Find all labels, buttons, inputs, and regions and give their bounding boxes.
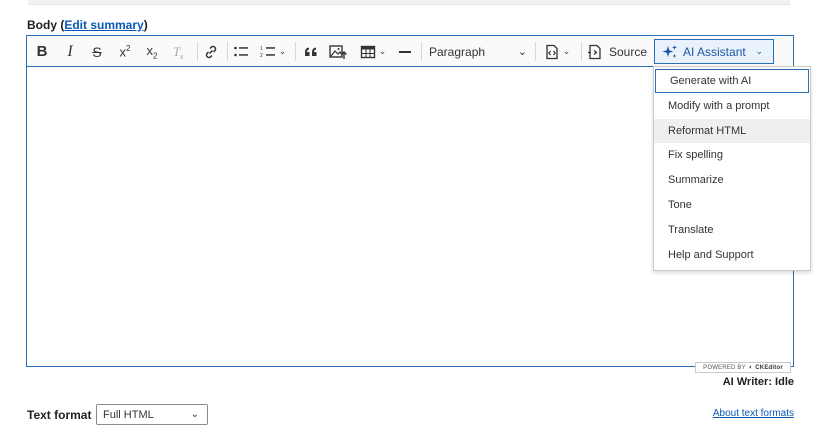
chevron-down-icon: ⌄: [278, 46, 287, 56]
chevron-down-icon: ⌄: [755, 46, 763, 56]
horizontal-line-icon: [399, 50, 411, 53]
bold-icon: B: [36, 43, 48, 60]
toolbar-separator: [535, 42, 536, 61]
toolbar-separator: [227, 42, 228, 61]
chevron-down-icon: ⌄: [190, 409, 199, 420]
code-block-button[interactable]: ⌄: [539, 40, 575, 63]
chevron-down-icon: ⌄: [378, 46, 387, 56]
svg-text:x: x: [180, 54, 184, 60]
body-field-label: Body (Edit summary): [27, 18, 148, 32]
toolbar-separator: [197, 42, 198, 61]
link-button[interactable]: [201, 40, 221, 63]
menu-item-tone[interactable]: Tone: [654, 193, 810, 217]
text-format-label: Text format: [27, 408, 92, 422]
blockquote-button[interactable]: [301, 40, 321, 63]
menu-item-reformat-html[interactable]: Reformat HTML: [654, 119, 810, 143]
menu-item-summarize[interactable]: Summarize: [654, 168, 810, 192]
bulleted-list-button[interactable]: [231, 40, 251, 63]
insert-image-button[interactable]: [327, 40, 349, 63]
menu-item-modify-with-prompt[interactable]: Modify with a prompt: [654, 94, 810, 118]
text-format-select[interactable]: Full HTML ⌄: [96, 404, 208, 425]
insert-table-button[interactable]: ⌄: [357, 40, 389, 63]
edit-summary-link[interactable]: Edit summary: [64, 18, 143, 32]
numbered-list-icon: 1 2: [260, 46, 275, 59]
about-text-formats-link[interactable]: About text formats: [713, 408, 794, 419]
ai-writer-status: AI Writer: Idle: [722, 376, 794, 388]
link-icon: [205, 45, 217, 58]
ai-assistant-menu: Generate with AI Modify with a prompt Re…: [653, 66, 811, 271]
toolbar-separator: [295, 42, 296, 61]
ai-assistant-button[interactable]: AI Assistant ⌄: [654, 39, 774, 64]
source-icon: [587, 44, 601, 59]
table-icon: [360, 45, 375, 58]
horizontal-line-button[interactable]: [395, 40, 415, 63]
ckeditor-logo-icon: ◐: [748, 364, 754, 371]
italic-icon: I: [67, 42, 73, 60]
remove-format-icon: T x: [173, 44, 184, 60]
chevron-down-icon: ⌄: [517, 46, 527, 58]
previous-field-edge: [28, 0, 790, 5]
menu-item-help-and-support[interactable]: Help and Support: [654, 243, 810, 267]
subscript-icon: x2: [146, 42, 158, 61]
remove-format-button[interactable]: T x: [169, 40, 189, 63]
image-upload-icon: [329, 44, 347, 59]
source-label: Source: [608, 44, 647, 59]
bulleted-list-icon: [234, 46, 248, 56]
code-block-icon: [546, 44, 558, 59]
source-button[interactable]: Source: [587, 40, 647, 63]
heading-dropdown-value: Paragraph: [429, 44, 486, 59]
toolbar-separator: [581, 42, 582, 61]
svg-text:1: 1: [260, 46, 263, 52]
text-format-value: Full HTML: [103, 408, 154, 421]
strikethrough-icon: S: [92, 43, 102, 60]
svg-text:2: 2: [260, 53, 263, 59]
superscript-button[interactable]: x2: [115, 40, 135, 63]
powered-by-ckeditor-badge[interactable]: POWERED BY ◐ CKEditor: [695, 362, 791, 373]
toolbar-separator: [421, 42, 422, 61]
heading-dropdown[interactable]: Paragraph ⌄: [425, 40, 531, 63]
subscript-button[interactable]: x2: [142, 40, 162, 63]
italic-button[interactable]: I: [62, 40, 78, 63]
bold-button[interactable]: B: [34, 40, 50, 63]
menu-item-fix-spelling[interactable]: Fix spelling: [654, 143, 810, 167]
superscript-icon: x2: [119, 43, 131, 60]
ai-assistant-label: AI Assistant: [683, 44, 746, 59]
page: Body (Edit summary) B I S x2 x2 T x 1 2 …: [0, 0, 820, 441]
menu-item-translate[interactable]: Translate: [654, 218, 810, 242]
strikethrough-button[interactable]: S: [88, 40, 106, 63]
numbered-list-button[interactable]: 1 2 ⌄: [257, 40, 289, 63]
menu-item-generate-with-ai[interactable]: Generate with AI: [655, 69, 809, 93]
blockquote-icon: [305, 47, 317, 56]
chevron-down-icon: ⌄: [562, 46, 571, 56]
sparkle-icon: [662, 44, 677, 58]
editor-toolbar: B I S x2 x2 T x 1 2 ⌄ ⌄ Paragraph ⌄ ⌄ So…: [27, 36, 793, 67]
